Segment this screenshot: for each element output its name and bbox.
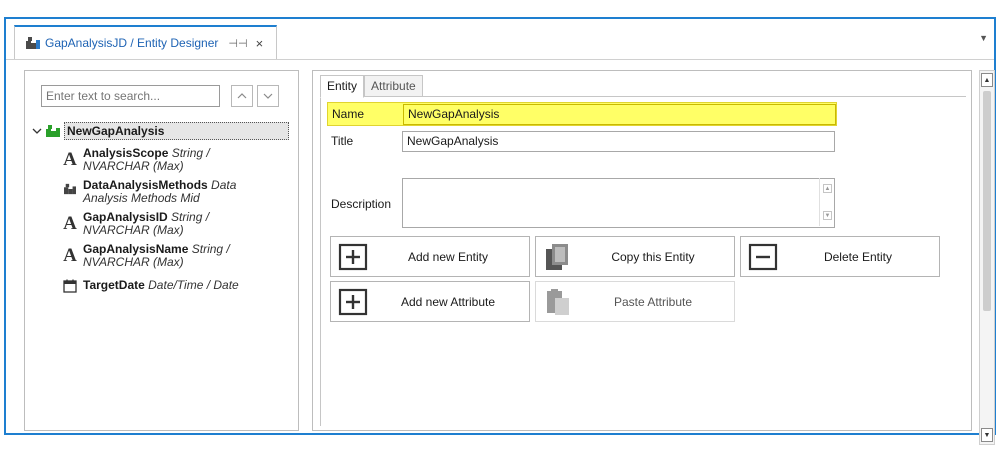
attribute-type-detail: NVARCHAR (Max) xyxy=(83,255,184,269)
attribute-type: Data xyxy=(211,178,237,192)
add-box-icon xyxy=(338,243,368,271)
add-new-entity-label: Add new Entity xyxy=(407,249,489,264)
puzzle-icon xyxy=(61,183,79,195)
search-previous-button[interactable] xyxy=(231,85,253,107)
copy-this-entity-label: Copy this Entity xyxy=(611,249,695,264)
attribute-type: Date/Time / Date xyxy=(148,278,239,292)
document-tab[interactable]: GapAnalysisJD / Entity Designer ⊣⊣ × xyxy=(14,25,277,59)
entity-puzzle-icon xyxy=(46,125,60,137)
text-attribute-icon: A xyxy=(63,245,77,266)
title-input[interactable]: NewGapAnalysis xyxy=(402,130,835,152)
attribute-type: String / xyxy=(171,210,210,224)
close-tab-icon[interactable]: × xyxy=(256,36,264,51)
remove-box-icon xyxy=(748,243,778,271)
tab-entity[interactable]: Entity xyxy=(320,75,365,98)
chevron-down-icon xyxy=(263,93,273,99)
name-input[interactable]: NewGapAnalysis xyxy=(403,103,836,125)
text-attribute-icon: A xyxy=(63,149,77,170)
tab-attribute[interactable]: Attribute xyxy=(364,75,423,97)
add-box-icon xyxy=(338,288,368,316)
document-tab-strip: GapAnalysisJD / Entity Designer ⊣⊣ × ▼ xyxy=(6,19,994,60)
properties-tabs: Entity Attribute xyxy=(320,75,423,98)
vertical-scrollbar[interactable]: ▲ ▼ xyxy=(979,70,995,445)
tree-attribute-item[interactable]: A AnalysisScope String / NVARCHAR (Max) xyxy=(61,147,297,173)
text-attribute-icon: A xyxy=(63,213,77,234)
attribute-type: String / xyxy=(191,242,230,256)
paste-attribute-button[interactable]: Paste Attribute xyxy=(535,281,735,322)
attribute-name: GapAnalysisID xyxy=(83,210,168,224)
entity-properties-panel: Entity Attribute Name NewGapAnalysis Tit… xyxy=(312,70,972,431)
description-field-row: Description ▲ ▼ xyxy=(327,178,837,228)
description-label: Description xyxy=(331,197,392,211)
entity-designer-window: GapAnalysisJD / Entity Designer ⊣⊣ × ▼ E… xyxy=(4,17,996,445)
entity-tree: NewGapAnalysis A AnalysisScope String / … xyxy=(31,121,297,293)
delete-entity-button[interactable]: Delete Entity xyxy=(740,236,940,277)
search-next-button[interactable] xyxy=(257,85,279,107)
attribute-type-detail: Analysis Methods Mid xyxy=(83,191,200,205)
title-label: Title xyxy=(331,134,354,148)
tree-root-label: NewGapAnalysis xyxy=(64,122,289,140)
add-new-attribute-button[interactable]: Add new Attribute xyxy=(330,281,530,322)
paste-icon xyxy=(547,289,569,315)
chevron-up-icon xyxy=(237,93,247,99)
scrollbar-thumb[interactable] xyxy=(983,91,991,311)
paste-attribute-label: Paste Attribute xyxy=(613,294,693,309)
attribute-type: String / xyxy=(171,146,210,160)
entity-designer-icon xyxy=(26,37,40,49)
chevron-expand-icon[interactable] xyxy=(31,127,43,135)
add-new-attribute-label: Add new Attribute xyxy=(400,294,496,309)
name-field-row: Name NewGapAnalysis xyxy=(327,102,837,126)
delete-entity-label: Delete Entity xyxy=(823,249,893,264)
name-label: Name xyxy=(332,107,365,121)
tab-list-dropdown-icon[interactable]: ▼ xyxy=(979,33,988,43)
entity-tab-body: Name NewGapAnalysis Title NewGapAnalysis… xyxy=(320,96,966,426)
copy-icon xyxy=(546,244,568,270)
document-tab-title: GapAnalysisJD / Entity Designer xyxy=(45,36,219,50)
attribute-name: GapAnalysisName xyxy=(83,242,189,256)
tree-attribute-item[interactable]: A GapAnalysisID String / NVARCHAR (Max) xyxy=(61,211,297,237)
attribute-name: DataAnalysisMethods xyxy=(83,178,208,192)
attribute-name: AnalysisScope xyxy=(83,146,169,160)
search-input[interactable] xyxy=(41,85,220,107)
scroll-down-icon[interactable]: ▼ xyxy=(981,428,993,442)
attribute-name: TargetDate xyxy=(83,278,145,292)
copy-this-entity-button[interactable]: Copy this Entity xyxy=(535,236,735,277)
title-field-row: Title NewGapAnalysis xyxy=(327,129,837,153)
tab-strip-divider xyxy=(6,59,994,60)
entity-tree-panel: NewGapAnalysis A AnalysisScope String / … xyxy=(24,70,299,431)
attribute-type-detail: NVARCHAR (Max) xyxy=(83,223,184,237)
description-textarea[interactable] xyxy=(402,178,835,228)
calendar-icon xyxy=(61,279,79,293)
tree-attribute-item[interactable]: A GapAnalysisName String / NVARCHAR (Max… xyxy=(61,243,297,269)
scroll-up-icon[interactable]: ▲ xyxy=(981,73,993,87)
attribute-type-detail: NVARCHAR (Max) xyxy=(83,159,184,173)
pin-icon[interactable]: ⊣⊣ xyxy=(228,37,247,50)
tree-attribute-item[interactable]: TargetDate Date/Time / Date xyxy=(61,275,297,293)
add-new-entity-button[interactable]: Add new Entity xyxy=(330,236,530,277)
tree-root-entity[interactable]: NewGapAnalysis xyxy=(31,121,297,141)
tree-attribute-item[interactable]: DataAnalysisMethods Data Analysis Method… xyxy=(61,179,297,205)
